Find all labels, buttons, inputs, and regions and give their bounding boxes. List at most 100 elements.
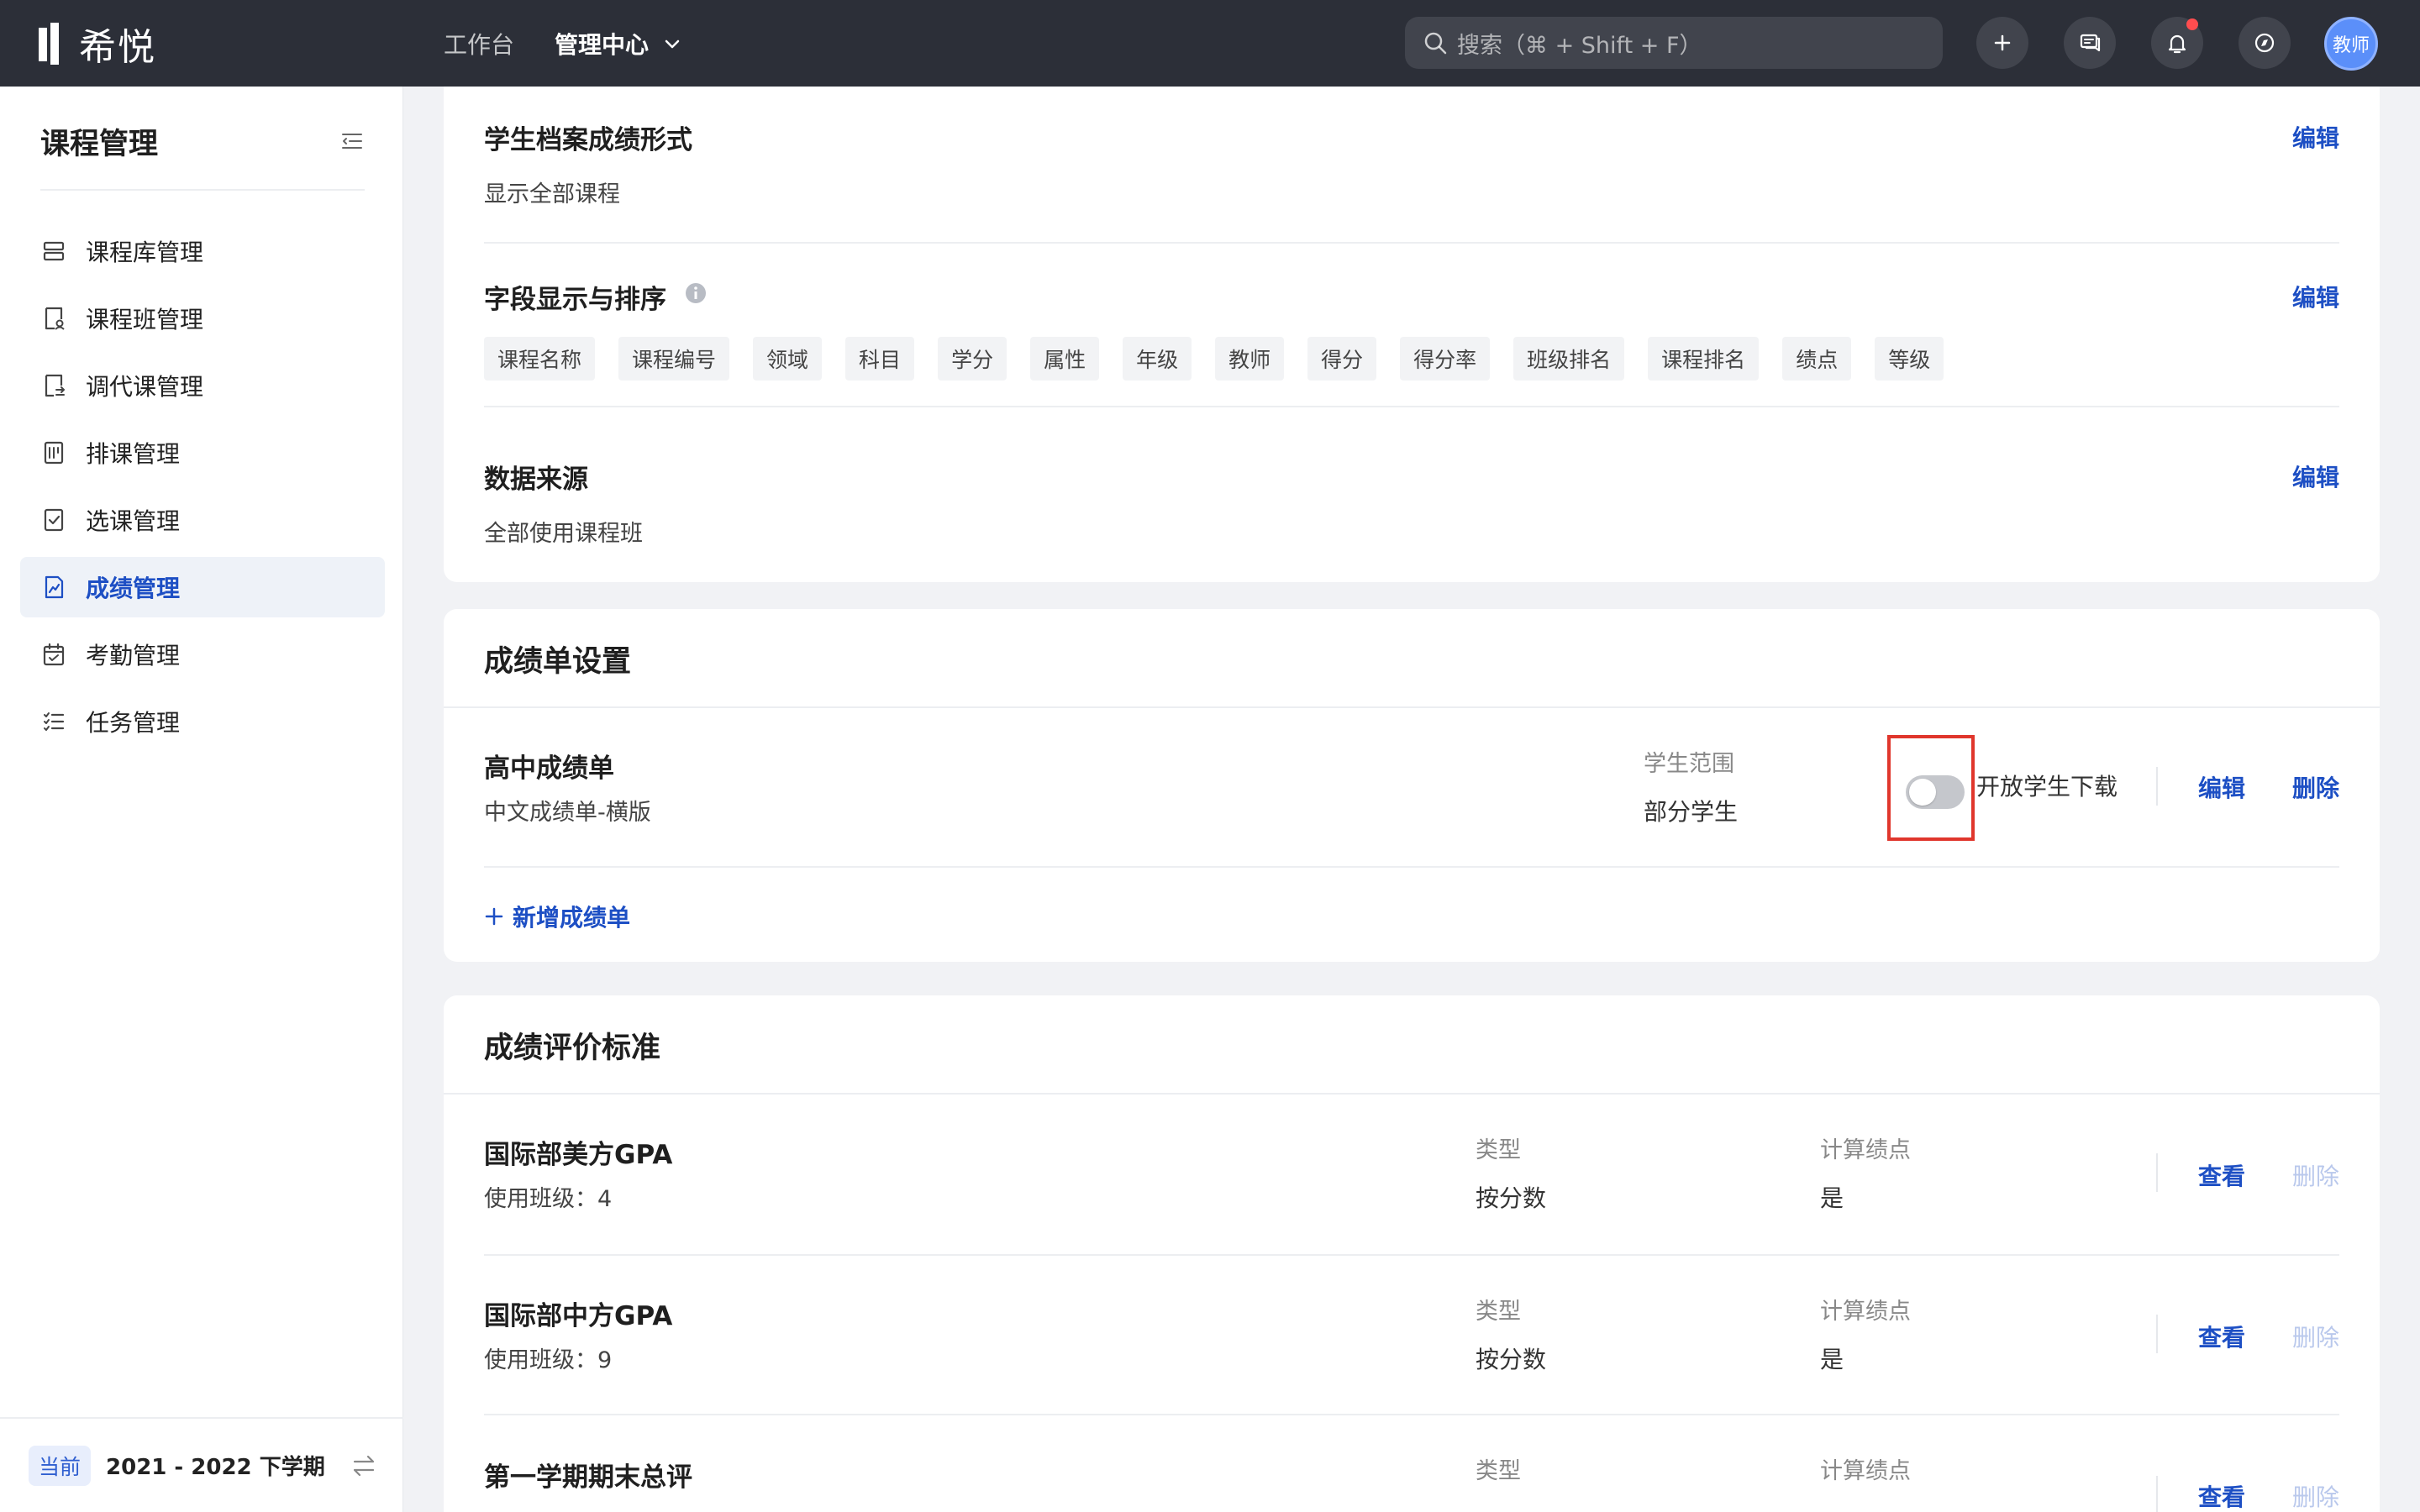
- top-nav: 工作台 管理中心: [444, 27, 723, 60]
- divider: [2156, 1476, 2158, 1512]
- sidebar-item-selection[interactable]: 选课管理: [20, 490, 385, 550]
- add-button[interactable]: [1976, 17, 2028, 69]
- user-avatar[interactable]: 教师: [2324, 17, 2378, 71]
- plus-icon: [485, 907, 503, 926]
- sidebar-item-label: 课程班管理: [86, 306, 204, 333]
- report-edit-link[interactable]: 编辑: [2198, 770, 2245, 804]
- sidebar-item-label: 考勤管理: [86, 642, 181, 669]
- top-bar: 希悦 工作台 管理中心 搜索（⌘ + Shift + F） 教师: [0, 0, 2420, 87]
- report-delete-link[interactable]: 删除: [2292, 770, 2339, 804]
- field-tag: 属性: [1030, 337, 1100, 381]
- fields-title: 字段显示与排序: [484, 285, 666, 315]
- task-list-icon: [44, 712, 65, 731]
- type-label: 类型: [1476, 1299, 1521, 1325]
- data-source-edit-link[interactable]: 编辑: [2292, 459, 2339, 493]
- field-tag: 得分: [1307, 337, 1377, 381]
- student-download-toggle[interactable]: [1906, 775, 1965, 809]
- report-template: 中文成绩单-横版: [484, 800, 651, 826]
- sidebar-item-tasks[interactable]: 任务管理: [20, 691, 385, 752]
- field-tag: 绩点: [1782, 337, 1852, 381]
- sidebar-item-grade[interactable]: 成绩管理: [20, 557, 385, 617]
- sidebar-item-label: 调代课管理: [86, 373, 204, 401]
- logo[interactable]: 希悦: [37, 17, 156, 71]
- search-box[interactable]: 搜索（⌘ + Shift + F）: [1405, 17, 1943, 69]
- divider: [444, 1093, 2380, 1095]
- messages-button[interactable]: [2064, 17, 2116, 69]
- divider: [2156, 1153, 2158, 1192]
- view-link[interactable]: 查看: [2198, 1320, 2245, 1353]
- divider: [484, 242, 2339, 244]
- nav-admin-center[interactable]: 管理中心: [555, 27, 682, 60]
- notifications-button[interactable]: [2151, 17, 2203, 69]
- gpa-label: 计算绩点: [1820, 1458, 1911, 1484]
- type-value: 按分数: [1476, 1184, 1547, 1212]
- gpa-value: 是: [1820, 1184, 1844, 1212]
- criteria-card: 成绩评价标准 国际部美方GPA 使用班级：4 类型 按分数 计算绩点 是 查看 …: [444, 995, 2380, 1512]
- sidebar-menu: 课程库管理 课程班管理 调代课管理 排课管理 选课管理 成绩管理 考勤管理 任务…: [20, 221, 385, 759]
- compass-icon: [2254, 33, 2275, 53]
- sidebar-item-course-class[interactable]: 课程班管理: [20, 288, 385, 349]
- logo-mark-icon: [39, 22, 59, 65]
- divider: [484, 866, 2339, 868]
- field-tag: 年级: [1123, 337, 1192, 381]
- delete-link-disabled: 删除: [2291, 1163, 2339, 1190]
- sidebar-item-label: 选课管理: [86, 507, 181, 535]
- info-icon[interactable]: [684, 281, 708, 305]
- criteria-row-name: 国际部中方GPA: [484, 1301, 673, 1331]
- divider: [484, 1254, 2339, 1256]
- gpa-label: 计算绩点: [1820, 1299, 1911, 1325]
- sidebar-item-label: 任务管理: [86, 709, 181, 737]
- nav-admin-center-label: 管理中心: [555, 30, 650, 59]
- criteria-row-classes: 使用班级：9: [484, 1347, 613, 1373]
- sidebar-header: 课程管理: [40, 120, 365, 191]
- field-tag: 科目: [845, 337, 915, 381]
- field-tag: 教师: [1215, 337, 1285, 381]
- term-switcher[interactable]: 当前 2021 - 2022 下学期: [0, 1417, 403, 1512]
- view-link[interactable]: 查看: [2198, 1158, 2245, 1192]
- nav-workbench[interactable]: 工作台: [444, 27, 514, 60]
- sidebar: 课程管理 课程库管理 课程班管理 调代课管理 排课管理 选课管理 成绩管理 考勤…: [0, 87, 403, 1512]
- add-report-label: 新增成绩单: [513, 904, 631, 932]
- field-tag: 课程名称: [484, 337, 596, 381]
- logo-text: 希悦: [79, 25, 156, 69]
- sidebar-item-label: 课程库管理: [86, 239, 204, 266]
- archive-format-edit-link[interactable]: 编辑: [2292, 120, 2339, 154]
- archive-format-title: 学生档案成绩形式: [484, 125, 692, 155]
- gpa-label: 计算绩点: [1820, 1137, 1911, 1163]
- data-source-title: 数据来源: [484, 465, 588, 495]
- field-tag: 领域: [753, 337, 823, 381]
- sidebar-item-attendance[interactable]: 考勤管理: [20, 624, 385, 685]
- swap-icon[interactable]: [350, 1452, 378, 1480]
- toggle-knob: [1909, 779, 1936, 806]
- sidebar-title: 课程管理: [40, 128, 159, 161]
- selection-icon: [44, 508, 64, 532]
- add-report-button[interactable]: 新增成绩单: [484, 900, 630, 933]
- grade-icon: [45, 575, 64, 599]
- highlight-box: [1887, 735, 1975, 841]
- type-label: 类型: [1476, 1458, 1521, 1484]
- criteria-row-classes: 使用班级：4: [484, 1186, 613, 1212]
- notification-dot: [2186, 18, 2198, 30]
- schedule-icon: [44, 441, 64, 465]
- criteria-row-name: 国际部美方GPA: [484, 1140, 673, 1170]
- collapse-sidebar-icon[interactable]: [339, 129, 365, 154]
- criteria-row-name: 第一学期期末总评: [484, 1462, 692, 1493]
- type-value: 按分数: [1476, 1346, 1547, 1373]
- view-link[interactable]: 查看: [2198, 1479, 2245, 1512]
- chevron-down-icon: [665, 39, 680, 48]
- fields-edit-link[interactable]: 编辑: [2292, 280, 2339, 313]
- sidebar-item-schedule[interactable]: 排课管理: [20, 423, 385, 483]
- type-label: 类型: [1476, 1137, 1521, 1163]
- course-library-icon: [43, 241, 65, 261]
- calendar-icon: [43, 643, 65, 666]
- scope-value: 部分学生: [1644, 798, 1739, 826]
- sidebar-item-course-library[interactable]: 课程库管理: [20, 221, 385, 281]
- help-button[interactable]: [2238, 17, 2291, 69]
- plus-icon: [1994, 34, 2011, 51]
- divider: [444, 706, 2380, 708]
- search-placeholder: 搜索（⌘ + Shift + F）: [1457, 32, 1702, 59]
- sidebar-item-substitute[interactable]: 调代课管理: [20, 355, 385, 416]
- field-tag: 等级: [1875, 337, 1944, 381]
- course-class-icon: [45, 307, 65, 330]
- criteria-title: 成绩评价标准: [484, 1032, 661, 1065]
